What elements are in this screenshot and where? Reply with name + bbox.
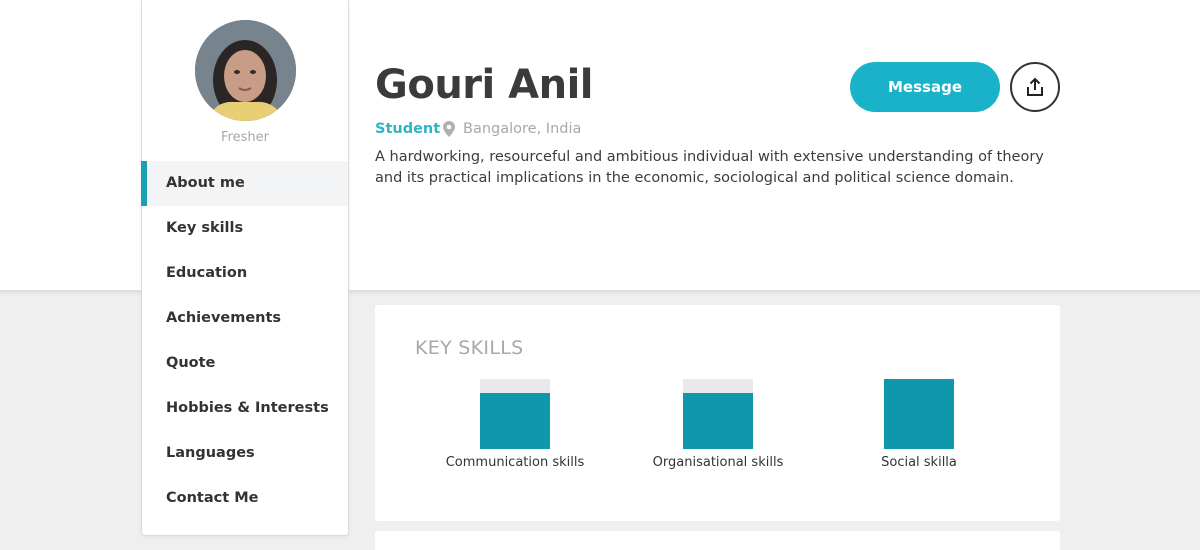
sidebar-item-languages[interactable]: Languages — [142, 431, 348, 476]
profile-bio: A hardworking, resourceful and ambitious… — [375, 149, 1044, 186]
skill-bar-track — [884, 379, 954, 449]
sidebar-nav: About me Key skills Education Achievemen… — [141, 161, 348, 521]
skill-bar-track — [683, 379, 753, 449]
sidebar-item-key-skills[interactable]: Key skills — [142, 206, 348, 251]
profile-role: Student — [375, 121, 441, 137]
sidebar-item-contact[interactable]: Contact Me — [142, 476, 348, 521]
profile-sidebar: Fresher About me Key skills Education Ac… — [141, 0, 349, 536]
sidebar-item-about-me[interactable]: About me — [141, 161, 348, 206]
skill-label: Social skilla — [881, 455, 957, 470]
experience-level: Fresher — [221, 130, 269, 145]
sidebar-item-quote[interactable]: Quote — [142, 341, 348, 386]
skill-bar-track — [480, 379, 550, 449]
sidebar-item-hobbies[interactable]: Hobbies & Interests — [142, 386, 348, 431]
skill-bar-fill — [884, 379, 954, 449]
next-section-card — [375, 531, 1060, 550]
skill-communication: Communication skills — [415, 379, 615, 470]
skill-label: Communication skills — [445, 455, 585, 470]
skill-bar-fill — [683, 393, 753, 449]
avatar — [195, 20, 296, 121]
profile-name: Gouri Anil — [375, 62, 594, 108]
sidebar-item-achievements[interactable]: Achievements — [142, 296, 348, 341]
key-skills-card: KEY SKILLS Communication skills Organisa… — [375, 305, 1060, 521]
share-button[interactable] — [1010, 62, 1060, 112]
message-button[interactable]: Message — [850, 62, 1000, 112]
profile-location: Bangalore, India — [463, 121, 582, 137]
location-pin-icon — [443, 121, 455, 137]
skill-social: Social skilla — [819, 379, 1019, 470]
key-skills-title: KEY SKILLS — [415, 337, 524, 359]
share-icon — [1027, 77, 1043, 96]
skill-label: Organisational skills — [652, 455, 784, 470]
skill-organisational: Organisational skills — [618, 379, 818, 470]
skill-bar-fill — [480, 393, 550, 449]
sidebar-item-education[interactable]: Education — [142, 251, 348, 296]
